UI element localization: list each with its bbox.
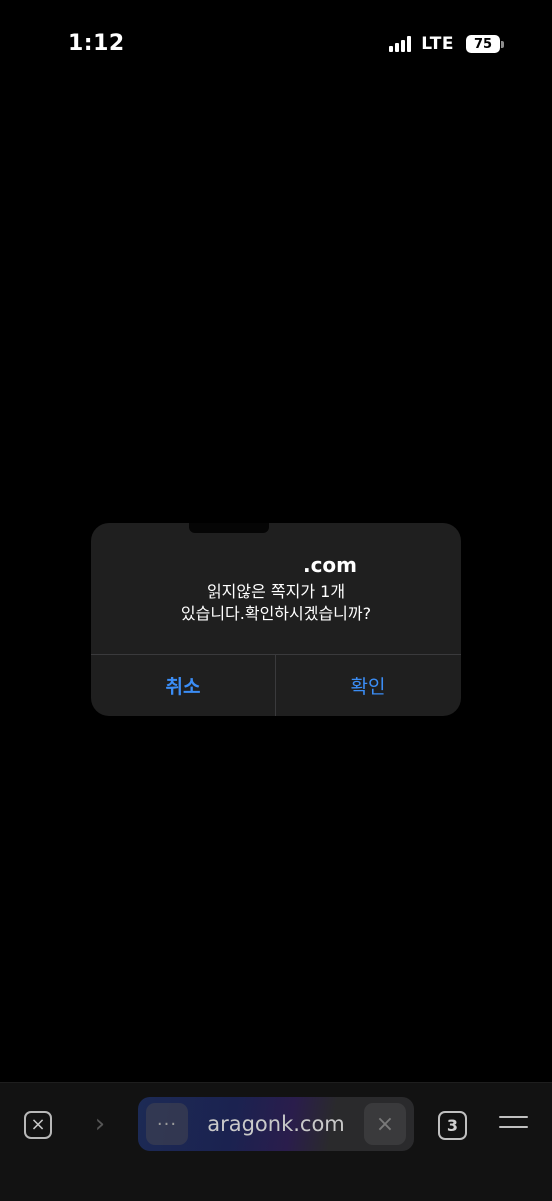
url-text[interactable]: aragonk.com <box>194 1097 358 1151</box>
close-icon[interactable]: × <box>24 1111 52 1139</box>
confirm-button[interactable]: 확인 <box>276 655 460 716</box>
alert-message: 읽지않은 쪽지가 1개 있습니다.확인하시겠습니까? <box>91 581 461 625</box>
tabs-button[interactable]: 3 <box>438 1111 467 1140</box>
cellular-signal-icon <box>389 36 413 52</box>
alert-dialog: .com 읽지않은 쪽지가 1개 있습니다.확인하시겠습니까? 취소 확인 <box>91 523 461 716</box>
alert-message-line: 있습니다.확인하시겠습니까? <box>180 604 372 623</box>
alert-title-text: .com <box>302 553 358 577</box>
status-bar: 1:12 LTE 75 <box>0 0 552 90</box>
menu-icon[interactable] <box>499 1116 528 1134</box>
alert-message-line: 읽지않은 쪽지가 1개 <box>206 582 346 601</box>
status-indicators: LTE 75 <box>389 34 504 54</box>
battery-level: 75 <box>473 36 493 52</box>
battery-tip <box>501 40 504 48</box>
battery-icon: 75 <box>466 35 500 53</box>
browser-toolbar: × › ··· aragonk.com × 3 <box>0 1082 552 1201</box>
forward-icon[interactable]: › <box>88 1111 112 1139</box>
address-bar[interactable]: ··· aragonk.com × <box>138 1097 414 1151</box>
status-time: 1:12 <box>68 31 125 56</box>
network-type: LTE <box>421 34 454 54</box>
redaction-mark <box>189 523 269 533</box>
alert-title: .com <box>91 553 461 577</box>
cancel-button[interactable]: 취소 <box>91 655 275 716</box>
more-icon[interactable]: ··· <box>146 1103 188 1145</box>
clear-icon[interactable]: × <box>364 1103 406 1145</box>
